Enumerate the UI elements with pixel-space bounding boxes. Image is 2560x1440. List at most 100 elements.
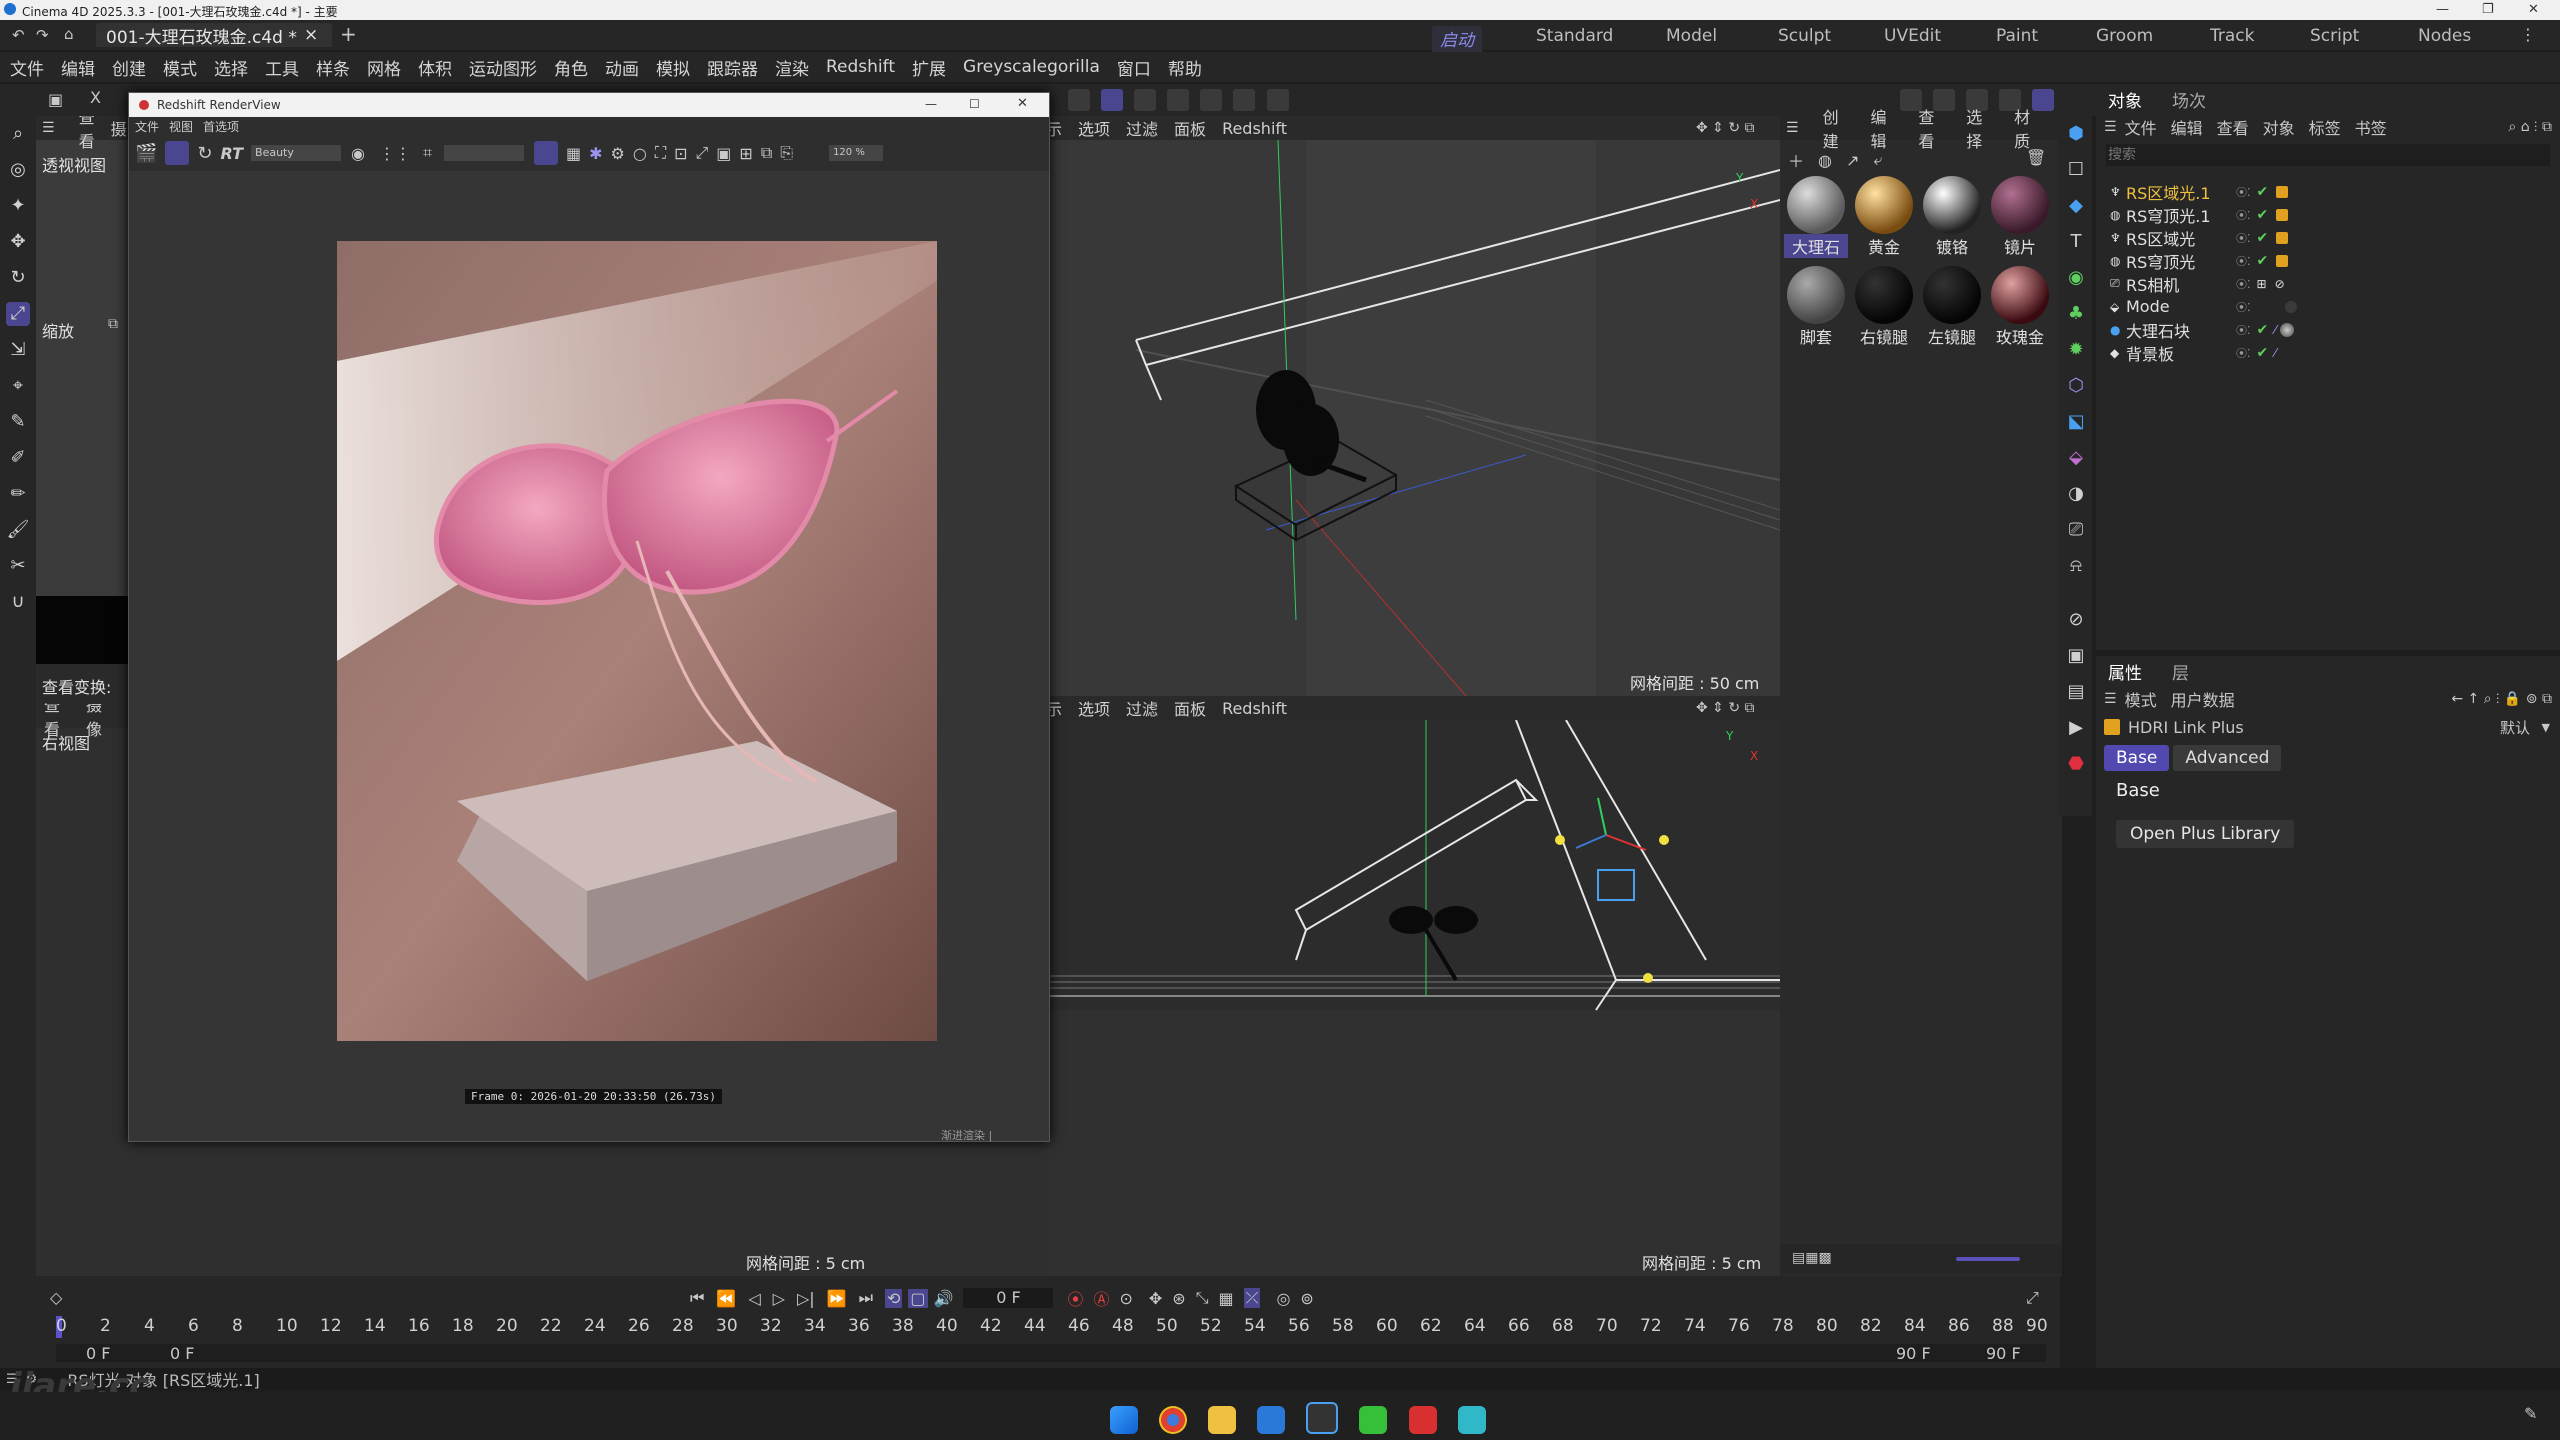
tab-objects[interactable]: 对象 — [2108, 87, 2142, 112]
viewport-menu-options[interactable]: 选项 — [1078, 116, 1110, 140]
menu-file[interactable]: 文件 — [135, 118, 159, 135]
param-key-icon[interactable]: ▦ — [1219, 1289, 1234, 1308]
chevron-down-icon[interactable]: ▼ — [2542, 721, 2550, 734]
menu-redshift[interactable]: Redshift — [826, 57, 895, 77]
settings-star-icon[interactable]: ✱ — [589, 144, 602, 163]
view-mode-icon[interactable]: ▤▦▩ — [1792, 1250, 1832, 1266]
hamburger-icon[interactable]: ☰ — [2104, 119, 2117, 135]
more-icon[interactable]: ⋮ — [2520, 25, 2536, 44]
expand-icon[interactable]: ⤢ — [695, 143, 708, 163]
crop-icon[interactable]: ⌗ — [423, 143, 432, 163]
add-icon[interactable]: ⊞ — [739, 144, 752, 163]
focus-icon[interactable]: ⊡ — [674, 144, 687, 163]
menu-animate[interactable]: 动画 — [605, 55, 639, 80]
enabled-check-icon[interactable]: ✔ — [2257, 207, 2269, 223]
material-swatch-right-temple[interactable]: 右镜腿 — [1852, 266, 1916, 348]
visibility-dots[interactable]: ⦿⁚ — [2236, 322, 2251, 338]
hamburger-icon[interactable]: ☰ — [1786, 120, 1799, 136]
viewport-menu-view[interactable]: 查看 — [79, 116, 95, 152]
current-frame-field[interactable]: 0 F — [963, 1288, 1054, 1308]
app-icon-red[interactable] — [1408, 1406, 1437, 1434]
menu-simulate[interactable]: 模拟 — [656, 55, 690, 80]
workplane-icon[interactable] — [1134, 89, 1157, 111]
effector-icon[interactable]: ✹ — [2064, 338, 2088, 362]
material-menu-create[interactable]: 创建 — [1823, 104, 1855, 152]
sketch-icon[interactable]: ✏ — [6, 482, 30, 506]
spline-icon[interactable]: ☐ — [2064, 158, 2088, 182]
preview-end-field[interactable]: 90 F — [1896, 1344, 1931, 1363]
timeline-ruler[interactable]: 0 2 4 6 8 10 12 14 16 18 20 22 24 26 28 … — [56, 1316, 2048, 1340]
menu-create[interactable]: 创建 — [112, 55, 146, 80]
menu-character[interactable]: 角色 — [554, 55, 588, 80]
menu-mograph[interactable]: 运动图形 — [469, 55, 537, 80]
clapper-icon[interactable]: 🎬 — [135, 143, 157, 164]
file-explorer-icon[interactable] — [1208, 1406, 1237, 1434]
viewport-menu-camera[interactable]: 摄 — [111, 116, 127, 140]
snapshot-icon[interactable]: ◉ — [351, 144, 365, 163]
layout-tab-paint[interactable]: Paint — [1996, 26, 2038, 46]
hamburger-icon[interactable]: ☰ — [2104, 691, 2117, 707]
object-search-input[interactable] — [2106, 144, 2550, 166]
home-icon[interactable]: ⌂ — [64, 25, 74, 43]
gear-icon[interactable]: ⚙ — [611, 144, 625, 163]
visibility-dots[interactable]: ⦿⁚ — [2236, 184, 2251, 200]
attribute-menu-mode[interactable]: 模式 — [2125, 687, 2157, 711]
material-swatch-foot[interactable]: 脚套 — [1784, 266, 1848, 348]
play-icon[interactable]: ▷ — [773, 1289, 785, 1308]
material-tag-icon[interactable] — [2284, 300, 2297, 313]
visibility-dots[interactable]: ⦿⁚ — [2236, 299, 2251, 315]
layout-tab-standard[interactable]: Standard — [1536, 26, 1613, 46]
object-menu-edit[interactable]: 编辑 — [2171, 115, 2203, 139]
expand-icon[interactable]: ⧉ — [108, 316, 118, 332]
paint-icon[interactable]: 🖌 — [6, 518, 30, 542]
layout-tab-script[interactable]: Script — [2310, 26, 2359, 46]
render-start-icon[interactable] — [165, 141, 190, 165]
search-icon[interactable]: ⌕ ⌂ ⫶ ⧉ — [2508, 119, 2552, 135]
close-icon[interactable]: ✕ — [1017, 96, 1028, 111]
menu-view[interactable]: 视图 — [169, 118, 193, 135]
object-menu-file[interactable]: 文件 — [2125, 115, 2157, 139]
light-tag-icon[interactable] — [2276, 231, 2289, 244]
menu-tools[interactable]: 工具 — [265, 55, 299, 80]
visibility-dots[interactable]: ⦿⁚ — [2236, 230, 2251, 246]
cloner-icon[interactable]: ♣ — [2064, 302, 2088, 326]
aov-dropdown[interactable]: Beauty — [251, 145, 342, 161]
menu-preferences[interactable]: 首选项 — [203, 118, 239, 135]
search-icon[interactable]: ⌕ — [6, 122, 30, 146]
menu-select[interactable]: 选择 — [214, 55, 248, 80]
eyedropper-icon[interactable]: ⤶ — [1873, 150, 1882, 170]
menu-mesh[interactable]: 网格 — [367, 55, 401, 80]
open-plus-library-button[interactable]: Open Plus Library — [2116, 820, 2295, 848]
menu-spline[interactable]: 样条 — [316, 55, 350, 80]
rt-label[interactable]: RT — [221, 144, 244, 163]
brush-icon[interactable]: ✐ — [6, 446, 30, 470]
zoom-field[interactable]: 120 % — [829, 145, 884, 161]
object-row[interactable]: ⬙ Mode ⦿⁚ — [2110, 295, 2550, 318]
tiles-icon[interactable]: ▦ — [566, 144, 581, 163]
object-row[interactable]: ⎚ RS相机 ⦿⁚ ⊞ ⊘ — [2110, 272, 2550, 295]
enabled-check-icon[interactable]: ✔ — [2257, 184, 2269, 200]
app-icon-blue[interactable] — [1257, 1406, 1286, 1434]
grid-icon[interactable]: ⋮⋮ — [379, 144, 411, 163]
preview-start-field[interactable]: 0 F — [170, 1344, 194, 1363]
viewport-menu-panel[interactable]: 面板 — [1174, 116, 1206, 140]
text-icon[interactable]: T — [2064, 230, 2088, 254]
sound-icon[interactable]: 🔊 — [934, 1289, 954, 1308]
attribute-nav-icons[interactable]: ← ↑ ⌕ ⫶ 🔒 ⊚ ⧉ — [2451, 691, 2552, 707]
max-frame-field[interactable]: 90 F — [1986, 1344, 2021, 1363]
tag-icon[interactable]: ⊘ — [2064, 608, 2088, 632]
live-select-icon[interactable]: ✦ — [6, 194, 30, 218]
layout-tab-uvedit[interactable]: UVEdit — [1884, 26, 1941, 46]
material-swatch-left-temple[interactable]: 左镜腿 — [1920, 266, 1984, 348]
menu-greyscalegorilla[interactable]: Greyscalegorilla — [963, 57, 1100, 77]
cube-icon[interactable]: ⬢ — [2064, 122, 2088, 146]
circle-icon[interactable]: ○ — [633, 144, 647, 163]
object-row[interactable]: ◍ RS穹顶光 ⦿⁚ ✔ — [2110, 249, 2550, 272]
menu-help[interactable]: 帮助 — [1168, 55, 1202, 80]
spline-pen-icon[interactable]: ✎ — [6, 410, 30, 434]
object-menu-object[interactable]: 对象 — [2263, 115, 2295, 139]
thumbnail-size-slider[interactable] — [1956, 1257, 2020, 1261]
menu-file[interactable]: 文件 — [10, 55, 44, 80]
enabled-check-icon[interactable]: ✔ — [2257, 345, 2269, 361]
menu-volume[interactable]: 体积 — [418, 55, 452, 80]
